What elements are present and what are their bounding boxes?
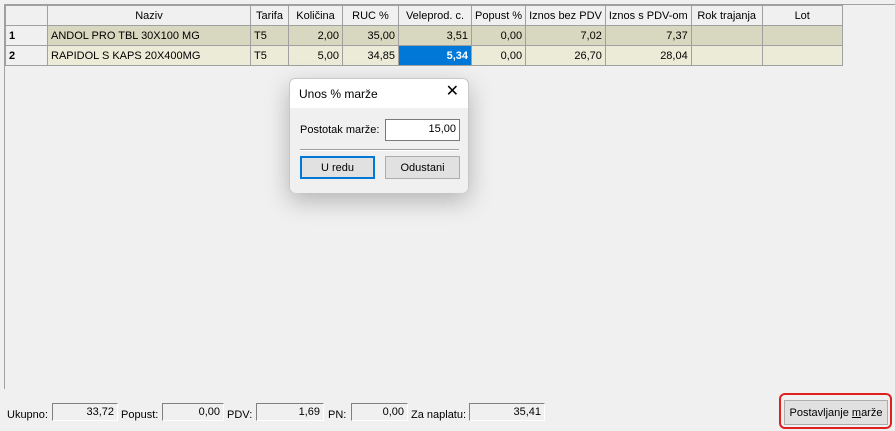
table-row[interactable]: 2 RAPIDOL S KAPS 20X400MG T5 5,00 34,85 … <box>5 45 843 66</box>
cell-naziv[interactable]: ANDOL PRO TBL 30X100 MG <box>47 25 251 46</box>
ukupno-label: Ukupno: <box>7 409 48 421</box>
col-header-tarifa[interactable]: Tarifa <box>250 5 289 26</box>
ok-button[interactable]: U redu <box>300 156 375 179</box>
pn-label: PN: <box>328 409 347 421</box>
cell-tarifa[interactable]: T5 <box>250 45 289 66</box>
cell-iznos-s-pdv[interactable]: 7,37 <box>604 25 692 46</box>
totals-bar: Ukupno: 33,72 Popust: 0,00 PDV: 1,69 PN:… <box>0 395 895 431</box>
dialog-titlebar[interactable]: Unos % marže ✕ <box>290 79 468 107</box>
cell-rok-trajanja[interactable] <box>690 25 763 46</box>
row-number: 2 <box>5 45 48 66</box>
popust-value: 0,00 <box>162 403 224 421</box>
popust-label: Popust: <box>121 409 159 421</box>
postavljanje-marze-label-prefix: Postavljanje <box>789 406 852 419</box>
margin-percent-label: Postotak marže: <box>300 124 380 136</box>
cell-naziv[interactable]: RAPIDOL S KAPS 20X400MG <box>47 45 251 66</box>
cell-tarifa[interactable]: T5 <box>250 25 289 46</box>
pn-value: 0,00 <box>351 403 408 421</box>
cell-lot[interactable] <box>761 45 843 66</box>
items-table: Naziv Tarifa Količina RUC % Veleprod. c.… <box>5 5 843 66</box>
postavljanje-marze-label-accelerator: m <box>851 406 862 419</box>
cell-iznos-s-pdv[interactable]: 28,04 <box>604 45 692 66</box>
col-header-veleprod[interactable]: Veleprod. c. <box>398 5 472 26</box>
cell-iznos-bez-pdv[interactable]: 7,02 <box>525 25 606 46</box>
ukupno-value: 33,72 <box>52 403 118 421</box>
cell-kolicina[interactable]: 5,00 <box>288 45 343 66</box>
margin-dialog: Unos % marže ✕ Postotak marže: 15,00 U r… <box>289 78 469 193</box>
cell-ruc[interactable]: 35,00 <box>342 25 399 46</box>
pdv-value: 1,69 <box>256 403 324 421</box>
col-header-naziv[interactable]: Naziv <box>47 5 251 26</box>
cell-popust[interactable]: 0,00 <box>470 45 527 66</box>
postavljanje-marze-label-suffix: arže <box>861 406 883 419</box>
za-naplatu-label: Za naplatu: <box>411 409 467 421</box>
row-number: 1 <box>5 25 48 46</box>
cancel-button[interactable]: Odustani <box>385 156 460 179</box>
header-row: Naziv Tarifa Količina RUC % Veleprod. c.… <box>5 5 843 26</box>
col-header-popust[interactable]: Popust % <box>470 5 527 26</box>
cell-veleprod-selected[interactable]: 5,34 <box>398 45 472 66</box>
dialog-body: Postotak marže: 15,00 U redu Odustani <box>290 108 468 193</box>
za-naplatu-value: 35,41 <box>469 403 545 421</box>
items-grid[interactable]: Naziv Tarifa Količina RUC % Veleprod. c.… <box>4 4 895 389</box>
col-header-rownum <box>5 5 48 26</box>
cell-iznos-bez-pdv[interactable]: 26,70 <box>525 45 606 66</box>
cell-ruc[interactable]: 34,85 <box>342 45 399 66</box>
cell-rok-trajanja[interactable] <box>690 45 763 66</box>
col-header-rok-trajanja[interactable]: Rok trajanja <box>690 5 763 26</box>
col-header-lot[interactable]: Lot <box>761 5 843 26</box>
pdv-label: PDV: <box>227 409 253 421</box>
col-header-iznos-s-pdv[interactable]: Iznos s PDV-om <box>604 5 692 26</box>
cell-veleprod[interactable]: 3,51 <box>398 25 472 46</box>
cell-kolicina[interactable]: 2,00 <box>288 25 343 46</box>
cell-lot[interactable] <box>761 25 843 46</box>
dialog-title: Unos % marže <box>299 87 378 101</box>
postavljanje-marze-button[interactable]: Postavljanje marže <box>784 400 888 425</box>
col-header-ruc[interactable]: RUC % <box>342 5 399 26</box>
col-header-iznos-bez-pdv[interactable]: Iznos bez PDV <box>525 5 606 26</box>
table-row[interactable]: 1 ANDOL PRO TBL 30X100 MG T5 2,00 35,00 … <box>5 25 843 46</box>
col-header-kolicina[interactable]: Količina <box>288 5 343 26</box>
cell-popust[interactable]: 0,00 <box>470 25 527 46</box>
margin-percent-input[interactable]: 15,00 <box>385 119 460 141</box>
close-icon[interactable]: ✕ <box>446 84 459 100</box>
dialog-divider <box>300 149 459 151</box>
